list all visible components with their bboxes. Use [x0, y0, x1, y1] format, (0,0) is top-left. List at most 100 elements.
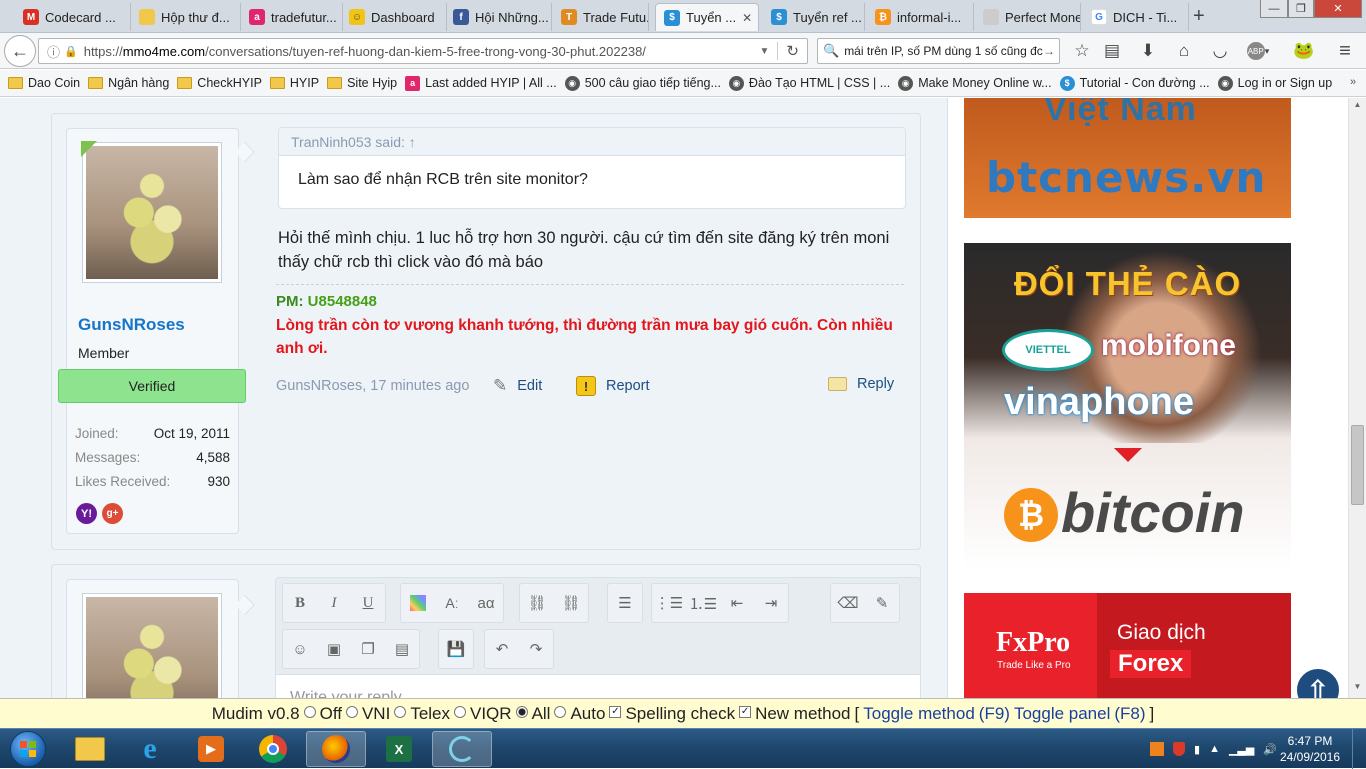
- bookmark-7[interactable]: ◉ 500 câu giao tiếp tiếng...: [564, 75, 721, 91]
- reload-icon[interactable]: ↻: [777, 42, 807, 60]
- report-button[interactable]: ! Report: [576, 376, 650, 396]
- home-icon[interactable]: ⌂: [1170, 37, 1198, 65]
- search-bar[interactable]: 🔍 mái trên IP, số PM dùng 1 số cũng đc →: [817, 38, 1060, 64]
- bookmark-4[interactable]: HYIP: [269, 76, 319, 90]
- menu-icon[interactable]: ≡: [1331, 37, 1359, 65]
- save-draft-icon[interactable]: 💾: [439, 630, 473, 668]
- maximize-button[interactable]: ❐: [1288, 0, 1314, 18]
- back-button[interactable]: ←: [4, 35, 36, 67]
- avatar[interactable]: [82, 142, 222, 283]
- star-icon[interactable]: ☆: [1068, 37, 1096, 65]
- smilie-icon[interactable]: ☺: [283, 630, 317, 668]
- redo-icon[interactable]: ↷: [519, 630, 553, 668]
- taskbar-explorer[interactable]: [60, 731, 120, 767]
- ad-fxpro[interactable]: FxPro Trade Like a Pro Giao dịch Forex: [964, 593, 1291, 698]
- font-size-icon[interactable]: Aː: [435, 584, 469, 622]
- bookmark-9[interactable]: ◉ Make Money Online w...: [898, 75, 1052, 91]
- bookmark-11[interactable]: ◉ Log in or Sign up: [1217, 75, 1332, 91]
- close-tab-icon[interactable]: ✕: [742, 11, 752, 25]
- tab-9[interactable]: ₿ informal-i...: [867, 3, 974, 31]
- network-icon[interactable]: ▁▃▅: [1229, 743, 1254, 756]
- tab-3[interactable]: a tradefutur...: [241, 3, 343, 31]
- scroll-down-icon[interactable]: ▼: [1350, 682, 1365, 696]
- bookmark-8[interactable]: ◉ Đào Tạo HTML | CSS | ...: [728, 75, 890, 91]
- url-bar[interactable]: ⓘ 🔒 https://mmo4me.com/conversations/tuy…: [38, 38, 808, 64]
- italic-button[interactable]: I: [317, 584, 351, 622]
- taskbar-app[interactable]: [432, 731, 492, 767]
- eraser-icon[interactable]: ⌫: [831, 584, 865, 622]
- info-icon[interactable]: ⓘ: [47, 42, 60, 61]
- tab-8[interactable]: $ Tuyển ref ...: [763, 3, 865, 31]
- scrollbar[interactable]: ▲ ▼: [1348, 98, 1366, 698]
- tab-5[interactable]: f Hội Những...: [445, 3, 552, 31]
- newmethod-checkbox[interactable]: ✓: [739, 706, 752, 718]
- tray-shield-icon[interactable]: [1173, 742, 1185, 756]
- volume-icon[interactable]: 🔊: [1263, 743, 1277, 756]
- image-icon[interactable]: ▣: [317, 630, 351, 668]
- bullet-list-icon[interactable]: ⋮☰: [652, 584, 686, 622]
- tab-2[interactable]: Hộp thư đ...: [131, 3, 241, 31]
- show-desktop-button[interactable]: [1352, 729, 1366, 769]
- radio-off[interactable]: [303, 706, 316, 718]
- toggle-method-link[interactable]: Toggle method: [863, 704, 975, 724]
- username[interactable]: GunsNRoses: [78, 315, 185, 335]
- minimize-button[interactable]: —: [1260, 0, 1288, 18]
- extension-icon[interactable]: 🐸: [1290, 37, 1318, 65]
- tab-4[interactable]: ☺ Dashboard: [341, 3, 447, 31]
- bold-button[interactable]: B: [283, 584, 317, 622]
- pocket-icon[interactable]: ◡: [1206, 37, 1234, 65]
- tab-10[interactable]: Perfect Money...: [975, 3, 1081, 31]
- taskbar-excel[interactable]: X: [369, 731, 429, 767]
- radio-telex[interactable]: [394, 706, 407, 718]
- bookmarks-overflow-icon[interactable]: »: [1350, 76, 1356, 88]
- adblock-icon[interactable]: ABP ▾: [1240, 37, 1276, 65]
- spelling-checkbox[interactable]: ✓: [609, 706, 622, 718]
- close-window-button[interactable]: ✕: [1314, 0, 1362, 18]
- tray-app-icon[interactable]: [1150, 742, 1164, 756]
- toggle-panel-link[interactable]: Toggle panel: [1014, 704, 1110, 724]
- search-go-icon[interactable]: →: [1043, 44, 1055, 58]
- new-tab-button[interactable]: +: [1193, 5, 1205, 28]
- google-plus-icon[interactable]: g+: [102, 503, 123, 524]
- radio-vni[interactable]: [345, 706, 358, 718]
- tab-11[interactable]: G DICH - Ti...: [1083, 3, 1189, 31]
- reply-button[interactable]: Reply: [828, 376, 894, 392]
- quote-author[interactable]: TranNinh053 said: ↑: [279, 128, 905, 156]
- yahoo-icon[interactable]: Y!: [76, 503, 97, 524]
- outdent-icon[interactable]: ⇤: [720, 584, 754, 622]
- radio-auto[interactable]: [554, 706, 567, 718]
- scroll-to-top-button[interactable]: ⇧: [1294, 666, 1342, 698]
- taskbar-ie[interactable]: e: [120, 731, 180, 767]
- unlink-icon[interactable]: ⛓: [554, 584, 588, 622]
- radio-all[interactable]: [515, 706, 528, 718]
- clock[interactable]: 6:47 PM 24/09/2016: [1278, 733, 1342, 765]
- ad-card-exchange[interactable]: ĐỔI THẺ CÀO VIETTEL mobifone vinaphone ₿…: [964, 243, 1291, 569]
- bookmark-6[interactable]: a Last added HYIP | All ...: [405, 75, 557, 91]
- code-icon[interactable]: ▤: [385, 630, 419, 668]
- toggle-bbcode-icon[interactable]: ✎: [865, 584, 899, 622]
- taskbar-chrome[interactable]: [243, 731, 303, 767]
- taskbar-firefox[interactable]: [306, 731, 366, 767]
- tab-1[interactable]: M Codecard ...: [15, 3, 131, 31]
- post-meta[interactable]: GunsNRoses, 17 minutes ago: [276, 378, 469, 394]
- start-button[interactable]: [2, 730, 54, 768]
- undo-icon[interactable]: ↶: [485, 630, 519, 668]
- link-icon[interactable]: ⛓: [520, 584, 554, 622]
- color-icon[interactable]: [401, 584, 435, 622]
- scroll-thumb[interactable]: [1351, 425, 1364, 505]
- tab-6[interactable]: T Trade Futu...: [553, 3, 649, 31]
- bookmark-5[interactable]: Site Hyip: [327, 76, 397, 90]
- font-family-icon[interactable]: aα: [469, 584, 503, 622]
- dropdown-icon[interactable]: ▼: [760, 46, 770, 57]
- underline-button[interactable]: U: [351, 584, 385, 622]
- align-icon[interactable]: ☰: [608, 584, 642, 622]
- bookmark-2[interactable]: Ngân hàng: [88, 76, 169, 90]
- ad-btcnews[interactable]: Việt Nam btcnews.vn: [964, 98, 1291, 218]
- radio-viqr[interactable]: [454, 706, 466, 718]
- bookmark-10[interactable]: $ Tutorial - Con đường ...: [1059, 75, 1210, 91]
- tray-expand-icon[interactable]: ▲: [1209, 743, 1220, 755]
- media-icon[interactable]: ❐: [351, 630, 385, 668]
- download-icon[interactable]: ⬇: [1134, 37, 1162, 65]
- indent-icon[interactable]: ⇥: [754, 584, 788, 622]
- tray-device-icon[interactable]: ▮: [1194, 743, 1200, 756]
